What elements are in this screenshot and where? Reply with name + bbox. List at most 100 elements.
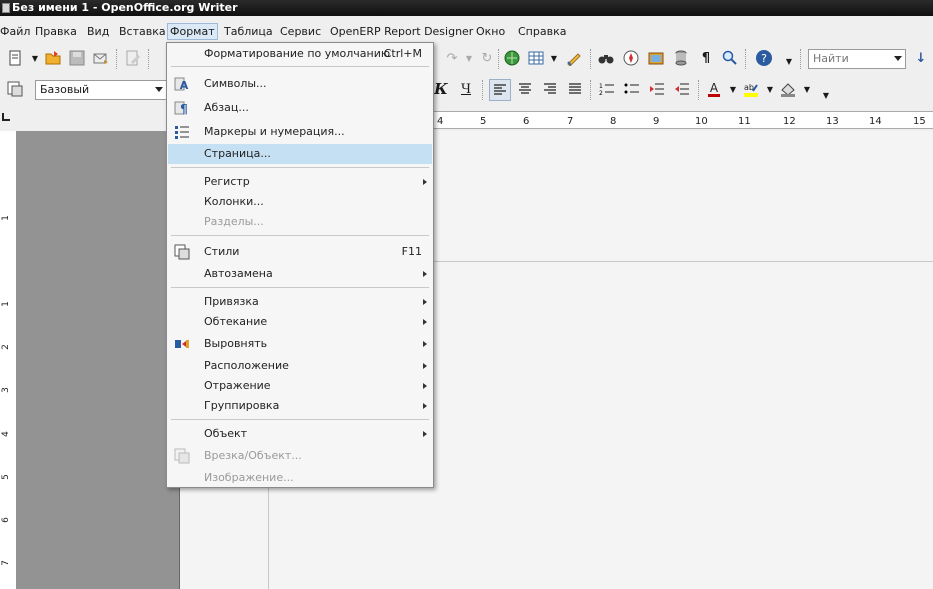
menu-item-autocorrect[interactable]: Автозамена bbox=[168, 264, 432, 284]
menu-edit[interactable]: Правка bbox=[35, 23, 77, 40]
menu-item-character[interactable]: A Символы... bbox=[168, 74, 432, 94]
binoculars-icon[interactable] bbox=[597, 49, 615, 67]
search-input[interactable]: Найти bbox=[808, 49, 906, 69]
chevron-down-icon[interactable] bbox=[894, 56, 902, 61]
window-title: Без имени 1 - OpenOffice.org Writer bbox=[12, 1, 238, 14]
menu-item-anchor[interactable]: Привязка bbox=[168, 292, 432, 312]
chevron-down-icon[interactable]: ▼ bbox=[26, 49, 44, 67]
bullets-icon bbox=[174, 124, 190, 140]
vruler-tick: 6 bbox=[0, 517, 11, 523]
zoom-icon[interactable] bbox=[721, 49, 739, 67]
menu-view[interactable]: Вид bbox=[87, 23, 109, 40]
toolbar-separator bbox=[590, 80, 592, 100]
compass-navigator-icon[interactable] bbox=[622, 49, 640, 67]
data-sources-icon[interactable] bbox=[672, 49, 690, 67]
submenu-arrow-icon bbox=[423, 363, 427, 369]
align-right-icon[interactable] bbox=[541, 80, 559, 98]
standard-toolbar: ▼ ↷ ▼ ↻ ▼ ¶ ? ▼ Найти ↓ bbox=[0, 44, 933, 74]
ruler-tick: 13 bbox=[826, 116, 839, 127]
navigator-globe-icon[interactable] bbox=[503, 49, 521, 67]
draw-functions-icon[interactable] bbox=[565, 49, 583, 67]
menu-tools[interactable]: Сервис bbox=[280, 23, 321, 40]
chevron-down-icon[interactable]: ▼ bbox=[460, 49, 478, 67]
justify-icon[interactable] bbox=[566, 80, 584, 98]
menu-format[interactable]: Формат bbox=[167, 23, 218, 40]
menu-item-page[interactable]: Страница... bbox=[168, 144, 432, 164]
font-color-icon[interactable]: A bbox=[705, 80, 723, 98]
redo-icon[interactable]: ↷ bbox=[443, 49, 461, 67]
bullets-icon[interactable] bbox=[623, 80, 641, 98]
ruler-scale: 4 5 6 7 8 9 10 11 12 13 14 15 bbox=[433, 111, 933, 129]
save-icon[interactable] bbox=[68, 49, 86, 67]
new-document-icon[interactable] bbox=[6, 49, 24, 67]
paragraph-style-select[interactable]: Базовый bbox=[35, 80, 167, 100]
menu-insert[interactable]: Вставка bbox=[119, 23, 166, 40]
menu-item-styles[interactable]: Стили F11 bbox=[168, 242, 432, 262]
gallery-icon[interactable] bbox=[647, 49, 665, 67]
pilcrow-icon[interactable]: ¶ bbox=[697, 49, 715, 67]
menu-separator bbox=[171, 235, 429, 236]
menu-item-label: Маркеры и нумерация... bbox=[204, 125, 345, 138]
edit-file-icon[interactable] bbox=[124, 49, 142, 67]
submenu-arrow-icon bbox=[423, 403, 427, 409]
help-icon[interactable]: ? bbox=[755, 49, 773, 67]
document-workspace bbox=[16, 131, 933, 589]
hyperlink-icon[interactable]: ↻ bbox=[478, 49, 496, 67]
align-left-icon[interactable] bbox=[489, 79, 511, 101]
ruler-tick: 11 bbox=[738, 116, 751, 127]
menu-item-arrange[interactable]: Расположение bbox=[168, 356, 432, 376]
chevron-down-icon[interactable]: ▼ bbox=[798, 80, 816, 98]
bold-button[interactable]: К bbox=[432, 80, 450, 98]
menu-item-alignment[interactable]: Выровнять bbox=[168, 334, 432, 354]
chevron-down-icon[interactable]: ▼ bbox=[724, 80, 742, 98]
menu-item-group[interactable]: Группировка bbox=[168, 396, 432, 416]
submenu-arrow-icon bbox=[423, 431, 427, 437]
menu-item-object[interactable]: Объект bbox=[168, 424, 432, 444]
vruler-tick: 4 bbox=[0, 431, 11, 437]
tab-stop-icon[interactable] bbox=[2, 113, 10, 121]
menu-item-default-formatting[interactable]: Форматирование по умолчанию Ctrl+M bbox=[168, 44, 432, 64]
svg-text:A: A bbox=[180, 79, 189, 92]
toolbar-separator bbox=[590, 49, 592, 69]
menu-item-bullets-numbering[interactable]: Маркеры и нумерация... bbox=[168, 122, 432, 142]
menu-file[interactable]: Файл bbox=[0, 23, 30, 40]
menu-item-wrap[interactable]: Обтекание bbox=[168, 312, 432, 332]
styles-formatting-icon[interactable] bbox=[6, 80, 24, 98]
highlighting-icon[interactable]: ab bbox=[742, 80, 760, 98]
ruler-tick: 14 bbox=[869, 116, 882, 127]
menu-item-sections[interactable]: Разделы... bbox=[168, 212, 432, 232]
chevron-down-icon[interactable] bbox=[155, 87, 163, 92]
numbering-icon[interactable]: 12 bbox=[598, 80, 616, 98]
chevron-down-icon[interactable]: ▼ bbox=[780, 52, 798, 70]
vruler-tick: 7 bbox=[0, 560, 11, 566]
decrease-indent-icon[interactable] bbox=[648, 80, 666, 98]
menu-item-paragraph[interactable]: ¶ Абзац... bbox=[168, 98, 432, 118]
svg-text:?: ? bbox=[761, 52, 767, 65]
title-bar: Без имени 1 - OpenOffice.org Writer bbox=[0, 0, 933, 16]
menu-openerp[interactable]: OpenERP Report Designer bbox=[330, 23, 473, 40]
menu-separator bbox=[171, 167, 429, 168]
menu-item-picture[interactable]: Изображение... bbox=[168, 468, 432, 488]
open-folder-icon[interactable] bbox=[44, 49, 62, 67]
menu-window[interactable]: Окно bbox=[476, 23, 505, 40]
submenu-arrow-icon bbox=[423, 179, 427, 185]
menu-item-frame-object[interactable]: Врезка/Объект... bbox=[168, 446, 432, 466]
align-center-icon[interactable] bbox=[516, 80, 534, 98]
menu-table[interactable]: Таблица bbox=[224, 23, 273, 40]
background-color-icon[interactable] bbox=[779, 80, 797, 98]
menu-item-label: Форматирование по умолчанию bbox=[204, 47, 391, 60]
menu-item-flip[interactable]: Отражение bbox=[168, 376, 432, 396]
chevron-down-icon[interactable]: ▼ bbox=[761, 80, 779, 98]
table-icon[interactable] bbox=[527, 49, 545, 67]
email-icon[interactable] bbox=[92, 49, 110, 67]
find-next-icon[interactable]: ↓ bbox=[912, 49, 930, 67]
chevron-down-icon[interactable]: ▼ bbox=[545, 49, 563, 67]
menu-help[interactable]: Справка bbox=[518, 23, 566, 40]
formatting-toolbar: Базовый К Ч 12 A ▼ ab ▼ ▼ ▼ bbox=[0, 76, 933, 104]
menu-item-columns[interactable]: Колонки... bbox=[168, 192, 432, 212]
menu-item-label: Автозамена bbox=[204, 267, 273, 280]
menu-item-case[interactable]: Регистр bbox=[168, 172, 432, 192]
chevron-down-icon[interactable]: ▼ bbox=[817, 86, 835, 104]
underline-button[interactable]: Ч bbox=[457, 80, 475, 98]
increase-indent-icon[interactable] bbox=[673, 80, 691, 98]
